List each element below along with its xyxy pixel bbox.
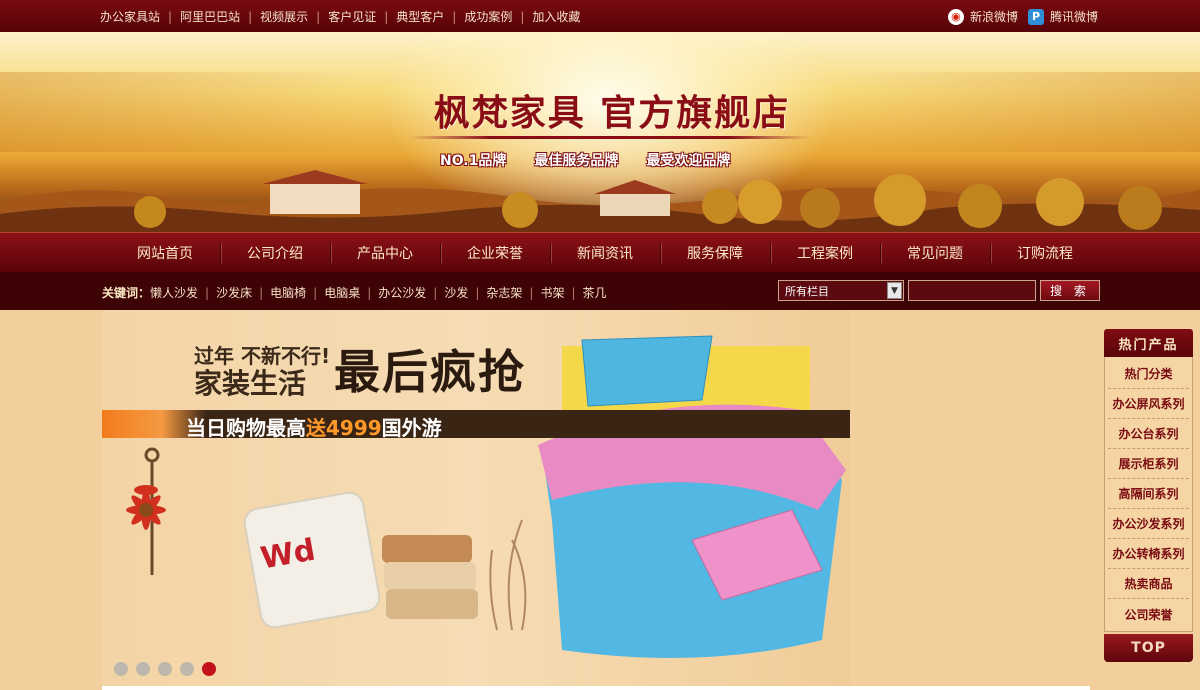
sidebar-item[interactable]: 高隔间系列 (1108, 479, 1189, 509)
sidebar-item[interactable]: 公司荣誉 (1108, 599, 1189, 629)
keyword-link[interactable]: 懒人沙发 (150, 284, 198, 301)
title-underline (410, 136, 810, 139)
keyword-label: 关键词： (102, 286, 151, 300)
nav-item[interactable]: 产品中心 (330, 233, 440, 273)
tencent-weibo-link[interactable]: P 腾讯微博 (1027, 8, 1098, 25)
top-links: 办公家具站 | 阿里巴巴站 | 视频展示 | 客户见证 | 典型客户 | 成功案例 | 加入收藏 (100, 8, 580, 25)
sina-weibo-icon: ◉ (947, 8, 964, 25)
hot-products-sidebar: 热门产品 热门分类 办公屏风系列 办公台系列 展示柜系列 高隔间系列 办公沙发系列 办公转椅… (1104, 329, 1193, 662)
separator: | (316, 9, 321, 24)
slide-dot[interactable] (136, 662, 150, 676)
promo-headline: 最后疯抢 (334, 345, 526, 399)
sidebar-item[interactable]: 热门分类 (1108, 359, 1189, 389)
top-bar: 办公家具站 | 阿里巴巴站 | 视频展示 | 客户见证 | 典型客户 | 成功案例 | 加入收藏 ◉ 新… (0, 0, 1200, 32)
banner-landscape (0, 170, 1200, 232)
keyword-link[interactable]: 沙发 (444, 284, 468, 301)
sina-weibo-link[interactable]: ◉ 新浪微博 (947, 8, 1018, 25)
promo-slideshow[interactable]: Wd 过年 不新不行! 家装生活 最后疯抢 当日购物最高送4999国外游 (102, 310, 850, 688)
separator: | (520, 9, 525, 24)
separator: | (571, 285, 576, 300)
search-input[interactable] (908, 280, 1036, 301)
nav-item[interactable]: 网站首页 (110, 233, 220, 273)
brand-slogans: NO.1品牌 最佳服务品牌 最受欢迎品牌 (440, 150, 730, 170)
main-nav: 网站首页 公司介绍 产品中心 企业荣誉 新闻资讯 服务保障 工程案例 常见问题 订购流程 (0, 232, 1200, 272)
nav-item[interactable]: 企业荣誉 (440, 233, 550, 273)
keyword-link[interactable]: 茶几 (583, 284, 607, 301)
nav-item[interactable]: 常见问题 (880, 233, 990, 273)
keyword-link[interactable]: 书架 (540, 284, 564, 301)
slogan-3: 最受欢迎品牌 (646, 153, 731, 169)
separator: | (367, 285, 372, 300)
tencent-weibo-icon: P (1027, 8, 1044, 25)
tencent-weibo-label: 腾讯微博 (1049, 10, 1098, 24)
search-button[interactable]: 搜 索 (1040, 280, 1100, 301)
slide-dot[interactable] (202, 662, 216, 676)
header-banner: 枫梵家具 官方旗舰店 NO.1品牌 最佳服务品牌 最受欢迎品牌 (0, 32, 1200, 232)
category-select[interactable]: 所有栏目 ▼ (778, 280, 904, 301)
keyword-search-bar: 关键词： 懒人沙发 | 沙发床 | 电脑椅 | 电脑桌 | 办公沙发 | 沙发 | 杂志架 | 书架 | 茶几 … (0, 272, 1200, 310)
separator: | (313, 285, 318, 300)
slide-dot[interactable] (158, 662, 172, 676)
keyword-link[interactable]: 沙发床 (216, 284, 252, 301)
sidebar-item[interactable]: 办公沙发系列 (1108, 509, 1189, 539)
content-background (850, 310, 1100, 688)
sidebar-item[interactable]: 办公转椅系列 (1108, 539, 1189, 569)
keyword-link[interactable]: 电脑椅 (270, 284, 306, 301)
site-title: 枫梵家具 官方旗舰店 (433, 92, 791, 134)
weibo-links: ◉ 新浪微博 P 腾讯微博 (947, 8, 1098, 25)
separator: | (452, 9, 457, 24)
nav-item[interactable]: 订购流程 (990, 233, 1100, 273)
content-bottom-edge (102, 686, 1090, 690)
sidebar-list: 热门分类 办公屏风系列 办公台系列 展示柜系列 高隔间系列 办公沙发系列 办公转椅系列 热卖商… (1104, 357, 1193, 632)
promo-strip-highlight: 送4999 (306, 416, 382, 440)
keyword-link[interactable]: 杂志架 (486, 284, 522, 301)
nav-item[interactable]: 工程案例 (770, 233, 880, 273)
sidebar-item[interactable]: 办公台系列 (1108, 419, 1189, 449)
separator: | (248, 9, 253, 24)
main-nav-list: 网站首页 公司介绍 产品中心 企业荣誉 新闻资讯 服务保障 工程案例 常见问题 订购流程 (110, 233, 1100, 273)
top-link[interactable]: 成功案例 (464, 8, 512, 25)
separator: | (384, 9, 389, 24)
keyword-list: 关键词： 懒人沙发 | 沙发床 | 电脑椅 | 电脑桌 | 办公沙发 | 沙发 | 杂志架 | 书架 | 茶几 (102, 284, 607, 301)
separator: | (205, 285, 210, 300)
promo-line-2: 家装生活 (194, 367, 307, 400)
sidebar-title: 热门产品 (1104, 329, 1193, 357)
top-link[interactable]: 阿里巴巴站 (180, 8, 240, 25)
search-form: 所有栏目 ▼ 搜 索 (778, 280, 1100, 301)
slide-dot[interactable] (114, 662, 128, 676)
sina-weibo-label: 新浪微博 (969, 10, 1018, 24)
top-link[interactable]: 加入收藏 (532, 8, 580, 25)
separator: | (168, 9, 173, 24)
top-link[interactable]: 视频展示 (260, 8, 308, 25)
nav-item[interactable]: 新闻资讯 (550, 233, 660, 273)
top-link[interactable]: 客户见证 (328, 8, 376, 25)
separator: | (433, 285, 438, 300)
slide-dot[interactable] (180, 662, 194, 676)
sidebar-item[interactable]: 展示柜系列 (1108, 449, 1189, 479)
promo-strip-text: 当日购物最高送4999国外游 (186, 412, 442, 441)
nav-item[interactable]: 公司介绍 (220, 233, 330, 273)
keyword-link[interactable]: 电脑桌 (324, 284, 360, 301)
category-select-value: 所有栏目 (785, 284, 829, 298)
back-to-top-button[interactable]: TOP (1104, 634, 1193, 662)
top-link[interactable]: 典型客户 (396, 8, 444, 25)
slide-dots (114, 662, 216, 676)
sidebar-item[interactable]: 办公屏风系列 (1108, 389, 1189, 419)
keyword-link[interactable]: 办公沙发 (378, 284, 426, 301)
separator: | (475, 285, 480, 300)
slogan-2: 最佳服务品牌 (534, 153, 619, 169)
promo-strip-after: 国外游 (381, 416, 442, 440)
chevron-down-icon[interactable]: ▼ (887, 282, 902, 299)
top-link[interactable]: 办公家具站 (100, 8, 160, 25)
slogan-1: NO.1品牌 (440, 153, 507, 169)
separator: | (259, 285, 264, 300)
nav-item[interactable]: 服务保障 (660, 233, 770, 273)
promo-strip-before: 当日购物最高 (186, 416, 306, 440)
sidebar-item[interactable]: 热卖商品 (1108, 569, 1189, 599)
separator: | (529, 285, 534, 300)
